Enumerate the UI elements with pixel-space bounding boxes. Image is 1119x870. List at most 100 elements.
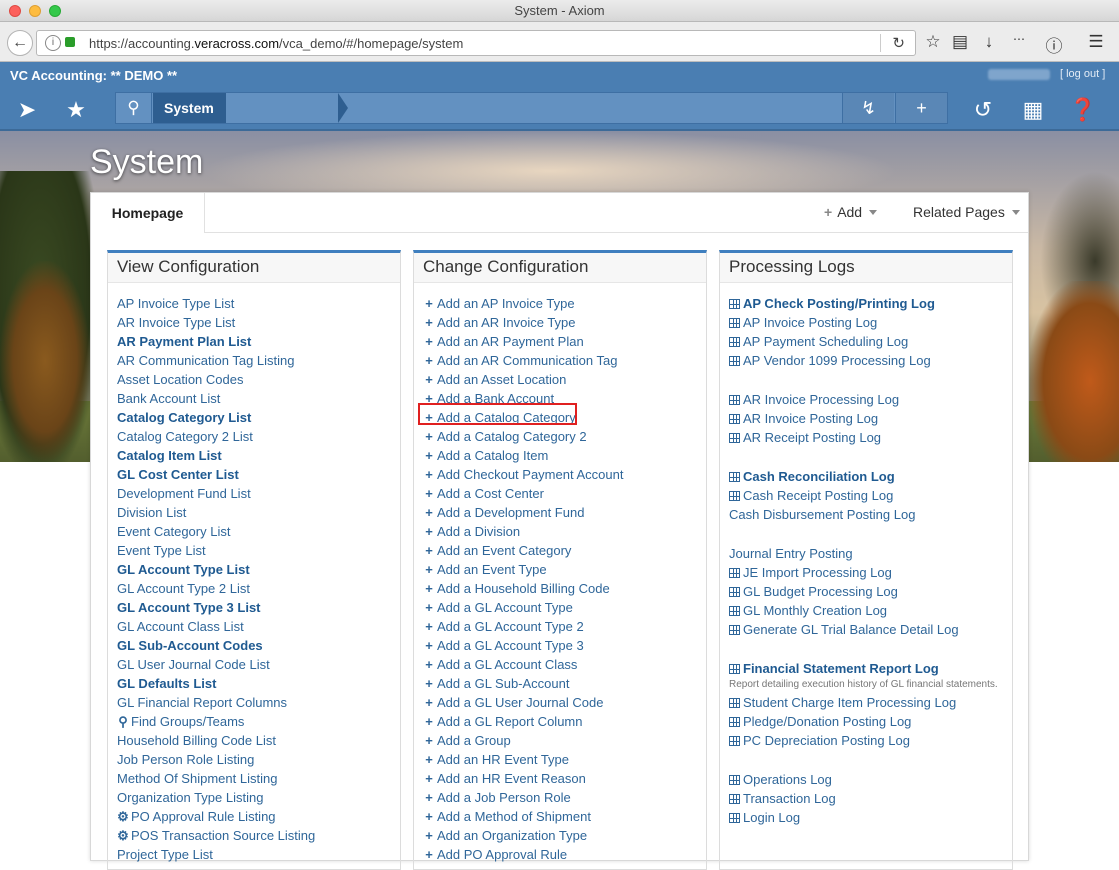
related-pages-menu[interactable]: Related Pages — [913, 204, 1020, 220]
list-item-link[interactable]: Catalog Category 2 List — [117, 427, 400, 446]
zoom-window-button[interactable] — [49, 5, 61, 17]
list-item-link[interactable]: AP Invoice Posting Log — [729, 313, 1012, 332]
list-item-link[interactable]: + Add a GL Report Column — [423, 712, 706, 731]
list-item-link[interactable]: Financial Statement Report Log — [729, 659, 1012, 678]
list-item-link[interactable]: Operations Log — [729, 770, 1012, 789]
list-item-link[interactable]: Event Category List — [117, 522, 400, 541]
list-item-link[interactable]: Student Charge Item Processing Log — [729, 693, 1012, 712]
list-item-link[interactable]: + Add an AP Invoice Type — [423, 294, 706, 313]
reload-icon[interactable]: ↻ — [892, 34, 905, 52]
list-item-link[interactable]: Journal Entry Posting — [729, 544, 1012, 563]
list-item-link[interactable]: GL Account Class List — [117, 617, 400, 636]
list-item-link[interactable]: PC Depreciation Posting Log — [729, 731, 1012, 750]
list-item-link[interactable]: + Add an Asset Location — [423, 370, 706, 389]
list-item-link[interactable]: Cash Receipt Posting Log — [729, 486, 1012, 505]
url-text[interactable]: https://accounting.veracross.com/vca_dem… — [89, 36, 463, 51]
info-icon[interactable]: i — [45, 35, 61, 51]
list-item-link[interactable]: Asset Location Codes — [117, 370, 400, 389]
list-item-link[interactable]: GL Budget Processing Log — [729, 582, 1012, 601]
list-item-link[interactable]: + Add an AR Communication Tag — [423, 351, 706, 370]
list-item-link[interactable]: + Add a GL Account Type 2 — [423, 617, 706, 636]
list-item-link[interactable]: + Add a Development Fund — [423, 503, 706, 522]
tab-homepage[interactable]: Homepage — [91, 193, 205, 233]
list-item-link[interactable]: + Add a Catalog Item — [423, 446, 706, 465]
star-icon[interactable]: ☆ — [922, 32, 944, 52]
list-item-link[interactable]: JE Import Processing Log — [729, 563, 1012, 582]
list-item-link[interactable]: + Add a Division — [423, 522, 706, 541]
minimize-window-button[interactable] — [29, 5, 41, 17]
list-item-link[interactable]: + Add an AR Invoice Type — [423, 313, 706, 332]
list-item-link[interactable]: Event Type List — [117, 541, 400, 560]
list-item-link[interactable]: GL Cost Center List — [117, 465, 400, 484]
help-icon[interactable]: ❓ — [1068, 95, 1098, 125]
list-item-link[interactable]: Household Billing Code List — [117, 731, 400, 750]
list-item-link[interactable]: + Add a Household Billing Code — [423, 579, 706, 598]
star-favorites-icon[interactable]: ★ — [61, 95, 91, 125]
add-menu[interactable]: + Add — [824, 204, 878, 220]
list-item-link[interactable]: + Add a GL User Journal Code — [423, 693, 706, 712]
list-item-link[interactable]: Bank Account List — [117, 389, 400, 408]
list-item-link[interactable]: + Add a Cost Center — [423, 484, 706, 503]
list-item-link[interactable]: Cash Reconciliation Log — [729, 467, 1012, 486]
address-bar[interactable]: i https://accounting.veracross.com/vca_d… — [36, 30, 916, 56]
list-item-link[interactable]: + Add an HR Event Reason — [423, 769, 706, 788]
list-item-link[interactable]: + Add a Method of Shipment — [423, 807, 706, 826]
menu-icon[interactable]: ☰ — [1085, 32, 1107, 52]
list-item-link[interactable]: + Add Checkout Payment Account — [423, 465, 706, 484]
list-item-link[interactable]: AR Invoice Posting Log — [729, 409, 1012, 428]
logout-link[interactable]: [ log out ] — [1060, 68, 1105, 80]
list-item-link[interactable]: Generate GL Trial Balance Detail Log — [729, 620, 1012, 639]
list-item-link[interactable]: + Add an Event Type — [423, 560, 706, 579]
list-item-link[interactable]: GL Account Type 2 List — [117, 579, 400, 598]
list-item-link[interactable]: Catalog Category List — [117, 408, 400, 427]
close-window-button[interactable] — [9, 5, 21, 17]
list-item-link[interactable]: AP Vendor 1099 Processing Log — [729, 351, 1012, 370]
list-item-link[interactable]: Pledge/Donation Posting Log — [729, 712, 1012, 731]
list-item-link[interactable]: AR Communication Tag Listing — [117, 351, 400, 370]
list-item-link[interactable]: Job Person Role Listing — [117, 750, 400, 769]
lightning-icon[interactable]: ↯ — [842, 93, 894, 123]
list-item-link[interactable]: Catalog Item List — [117, 446, 400, 465]
list-item-link[interactable]: Transaction Log — [729, 789, 1012, 808]
list-item-link[interactable]: + Add a GL Account Type — [423, 598, 706, 617]
list-item-link[interactable]: + Add a GL Sub-Account — [423, 674, 706, 693]
list-item-link[interactable]: + Add an Event Category — [423, 541, 706, 560]
list-item-link[interactable]: + Add a Catalog Category 2 — [423, 427, 706, 446]
list-item-link[interactable]: AP Payment Scheduling Log — [729, 332, 1012, 351]
list-item-link[interactable]: GL Account Type 3 List — [117, 598, 400, 617]
list-item-link[interactable]: GL Financial Report Columns — [117, 693, 400, 712]
extension-icon[interactable]: ⓘ — [1043, 32, 1065, 57]
list-item-link[interactable]: Project Type List — [117, 845, 400, 864]
plus-icon[interactable]: + — [895, 93, 947, 123]
breadcrumb-system[interactable]: System — [153, 93, 226, 123]
list-item-link[interactable]: GL Sub-Account Codes — [117, 636, 400, 655]
list-item-link[interactable]: Development Fund List — [117, 484, 400, 503]
list-item-link[interactable]: Cash Disbursement Posting Log — [729, 505, 1012, 524]
reader-icon[interactable]: ▤ — [949, 32, 971, 52]
list-item-link[interactable]: AR Invoice Type List — [117, 313, 400, 332]
list-item-link[interactable]: GL User Journal Code List — [117, 655, 400, 674]
list-item-link[interactable]: ⚙ POS Transaction Source Listing — [117, 826, 400, 845]
list-item-link[interactable]: Organization Type Listing — [117, 788, 400, 807]
list-item-link[interactable]: Login Log — [729, 808, 1012, 827]
list-item-link[interactable]: + Add an AR Payment Plan — [423, 332, 706, 351]
rocket-icon[interactable]: ➤ — [12, 95, 42, 125]
list-item-link[interactable]: + Add an HR Event Type — [423, 750, 706, 769]
list-item-link[interactable]: + Add PO Approval Rule — [423, 845, 706, 864]
list-item-link[interactable]: ⚲ Find Groups/Teams — [117, 712, 400, 731]
list-item-link[interactable]: Method Of Shipment Listing — [117, 769, 400, 788]
download-icon[interactable]: ↓ — [978, 32, 1000, 52]
list-item-link[interactable]: ⚙ PO Approval Rule Listing — [117, 807, 400, 826]
list-item-link[interactable]: AP Invoice Type List — [117, 294, 400, 313]
list-item-link[interactable]: + Add a GL Account Type 3 — [423, 636, 706, 655]
more-icon[interactable]: ⋯ — [1008, 32, 1030, 46]
list-item-link[interactable]: GL Account Type List — [117, 560, 400, 579]
list-item-link[interactable]: AR Payment Plan List — [117, 332, 400, 351]
dashboard-grid-icon[interactable]: ▦ — [1018, 95, 1048, 125]
list-item-link[interactable]: GL Monthly Creation Log — [729, 601, 1012, 620]
list-item-link[interactable]: + Add a GL Account Class — [423, 655, 706, 674]
history-icon[interactable]: ↺ — [968, 95, 998, 125]
list-item-link[interactable]: Division List — [117, 503, 400, 522]
back-arrow-icon[interactable]: ← — [7, 30, 33, 56]
list-item-link[interactable]: AR Invoice Processing Log — [729, 390, 1012, 409]
